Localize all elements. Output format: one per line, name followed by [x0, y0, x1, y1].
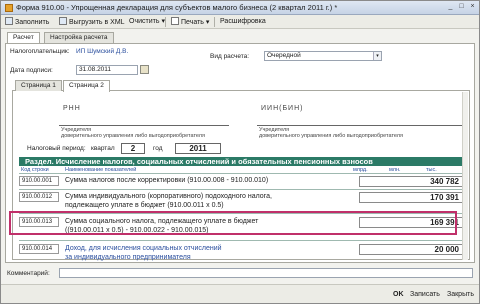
title-bar: Форма 910.00 - Упрощенная декларация для… — [1, 1, 479, 15]
row-code: 910.00.001 — [19, 176, 59, 186]
row-label: Сумма индивидуального (корпоративного) п… — [65, 193, 272, 200]
calc-type-label: Вид расчета: — [210, 53, 250, 60]
tab-page-1[interactable]: Страница 1 — [15, 80, 62, 91]
fill-button[interactable]: Заполнить — [5, 17, 49, 27]
table-row: 910.00.012 Сумма индивидуального (корпор… — [19, 192, 465, 212]
printer-icon — [171, 17, 179, 25]
calc-type-value: Очередной — [267, 52, 301, 59]
ok-button[interactable]: OK — [393, 289, 404, 300]
row-label-continuation: подлежащего уплате в бюджет (910.00.011 … — [65, 202, 224, 209]
period-label: Налоговый период: — [27, 145, 86, 152]
highlight-annotation — [9, 211, 457, 235]
calendar-icon[interactable] — [140, 65, 149, 74]
window-title: Форма 910.00 - Упрощенная декларация для… — [16, 3, 338, 12]
table-row: 910.00.001 Сумма налогов после корректир… — [19, 176, 465, 188]
decode-label: Расшифровка — [220, 18, 266, 25]
row-divider — [19, 240, 465, 241]
year-label: год — [153, 145, 163, 152]
row-value-field[interactable]: 340 782 — [359, 176, 463, 187]
calc-type-select[interactable]: Очередной ▾ — [264, 51, 382, 61]
rnn-underline — [59, 125, 229, 126]
sign-date-field[interactable]: 31.08.2011 — [76, 65, 138, 75]
save-button[interactable]: Записать — [410, 289, 440, 300]
app-icon — [5, 4, 13, 12]
row-label: Сумма налогов после корректировки (910.0… — [65, 177, 269, 184]
tab-calc-settings[interactable]: Настройка расчета — [44, 32, 114, 43]
vertical-scrollbar[interactable] — [462, 92, 468, 260]
year-field[interactable]: 2011 — [175, 143, 221, 154]
maximize-button[interactable]: □ — [456, 3, 467, 12]
declaration-window: Форма 910.00 - Упрощенная декларация для… — [0, 0, 480, 304]
export-icon — [59, 17, 67, 25]
toolbar-divider — [214, 17, 215, 27]
chevron-down-icon: ▾ — [205, 19, 210, 26]
chevron-down-icon[interactable]: ▾ — [373, 52, 381, 60]
clear-button[interactable]: Очистить ▾ — [129, 17, 165, 27]
comment-input[interactable] — [59, 268, 473, 278]
quarter-label: квартал — [91, 145, 115, 152]
export-xml-button[interactable]: Выгрузить в XML — [59, 17, 125, 27]
fill-icon — [5, 17, 13, 25]
clear-label: Очистить — [129, 18, 160, 25]
close-button[interactable]: Закрыть — [447, 289, 474, 300]
fill-label: Заполнить — [15, 19, 50, 26]
row-value-field[interactable]: 170 391 — [359, 192, 463, 203]
tab-page-2[interactable]: Страница 2 — [63, 80, 110, 92]
iin-caption-2: доверительного управления либо выгодопри… — [259, 133, 403, 139]
print-label: Печать — [181, 19, 204, 26]
row-label-continuation: за индивидуального предпринимателя — [65, 254, 191, 261]
row-code: 910.00.012 — [19, 192, 59, 202]
rnn-label: РНН — [63, 105, 81, 112]
minimize-button[interactable]: _ — [445, 3, 456, 12]
header-divider — [19, 173, 465, 174]
quarter-field[interactable]: 2 — [121, 143, 145, 154]
row-value-field[interactable]: 20 000 — [359, 244, 463, 255]
row-divider — [19, 189, 465, 190]
sign-date-label: Дата подписи: — [10, 67, 53, 74]
taxpayer-link[interactable]: ИП Шумский Д.В. — [76, 48, 128, 55]
toolbar: Заполнить Выгрузить в XML Очистить ▾ Печ… — [1, 15, 479, 29]
toolbar-divider — [165, 17, 166, 27]
export-xml-label: Выгрузить в XML — [69, 19, 125, 26]
sign-date-value: 31.08.2011 — [79, 66, 112, 73]
iin-underline — [257, 125, 462, 126]
comment-label: Комментарий: — [7, 270, 50, 277]
close-window-button[interactable]: × — [467, 3, 478, 12]
rnn-caption-2: доверительного управления либо выгодопри… — [61, 133, 205, 139]
iin-label: ИИН(БИН) — [261, 105, 304, 112]
section-header: Раздел. Исчисление налогов, социальных о… — [19, 157, 465, 166]
table-row: 910.00.014 Доход, для исчисления социаль… — [19, 244, 465, 261]
row-label: Доход, для исчисления социальных отчисле… — [65, 245, 222, 252]
taxpayer-label: Налогоплательщик: — [10, 48, 70, 55]
print-button[interactable]: Печать ▾ — [171, 17, 209, 27]
bottom-bar: OK Записать Закрыть — [1, 284, 479, 303]
decode-button[interactable]: Расшифровка — [220, 17, 266, 27]
row-code: 910.00.014 — [19, 244, 59, 254]
